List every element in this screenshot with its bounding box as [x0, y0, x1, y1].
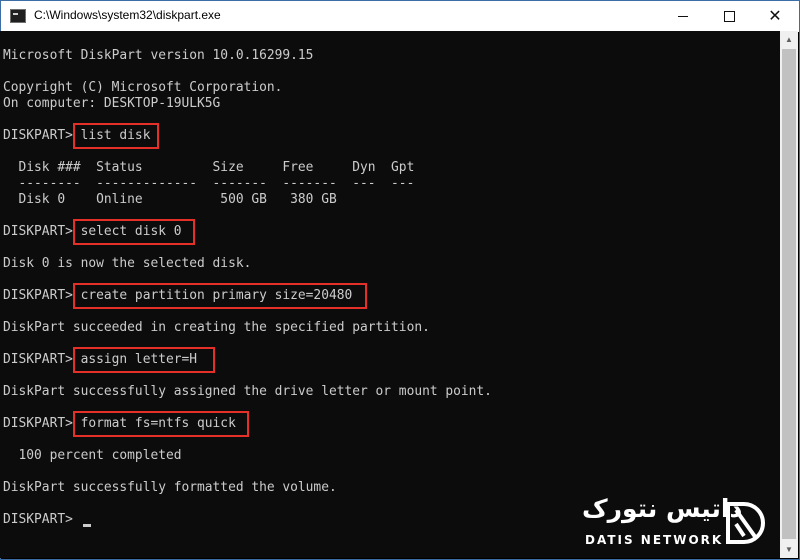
highlight-box-assign-letter [73, 347, 215, 373]
prompt: DISKPART> [3, 352, 81, 367]
copyright-line: Copyright (C) Microsoft Corporation. [3, 80, 283, 95]
text-cursor [83, 524, 91, 527]
minimize-button[interactable] [660, 1, 706, 32]
final-prompt: DISKPART> [3, 512, 81, 527]
format-done-output: DiskPart successfully formatted the volu… [3, 480, 337, 495]
prompt: DISKPART> [3, 416, 81, 431]
highlight-box-list-disk [73, 123, 159, 149]
select-output: Disk 0 is now the selected disk. [3, 256, 252, 271]
prompt: DISKPART> [3, 128, 81, 143]
prompt: DISKPART> [3, 288, 81, 303]
format-progress-output: 100 percent completed [3, 448, 182, 463]
minimize-icon [678, 16, 688, 17]
watermark: داتیس نتورک DATIS NETWORK [576, 494, 784, 556]
watermark-english-text: DATIS NETWORK [585, 533, 724, 547]
highlight-box-create-partition [73, 283, 367, 309]
maximize-button[interactable] [706, 1, 752, 32]
disk-table-separator: -------- ------------- ------- ------- -… [3, 176, 415, 191]
console-app-icon [10, 9, 26, 23]
maximize-icon [723, 11, 735, 22]
prompt: DISKPART> [3, 224, 81, 239]
disk-table-header: Disk ### Status Size Free Dyn Gpt [3, 160, 415, 175]
datis-logo-icon [726, 502, 765, 544]
highlight-box-select-disk [73, 219, 195, 245]
disk-table-row: Disk 0 Online 500 GB 380 GB [3, 192, 337, 207]
version-line: Microsoft DiskPart version 10.0.16299.15 [3, 48, 314, 63]
highlight-box-format [73, 411, 249, 437]
title-bar[interactable]: C:\Windows\system32\diskpart.exe ✕ [1, 1, 799, 32]
computer-line: On computer: DESKTOP-19ULK5G [3, 96, 221, 111]
close-button[interactable]: ✕ [752, 1, 798, 32]
scroll-up-arrow-icon[interactable]: ▲ [780, 31, 798, 48]
watermark-persian-text: داتیس نتورک [582, 494, 743, 523]
close-icon: ✕ [768, 7, 782, 25]
vertical-scrollbar[interactable]: ▲ ▼ [780, 31, 798, 558]
create-output: DiskPart succeeded in creating the speci… [3, 320, 430, 335]
assign-output: DiskPart successfully assigned the drive… [3, 384, 492, 399]
scroll-thumb[interactable] [782, 49, 796, 539]
window-title: C:\Windows\system32\diskpart.exe [34, 8, 221, 22]
